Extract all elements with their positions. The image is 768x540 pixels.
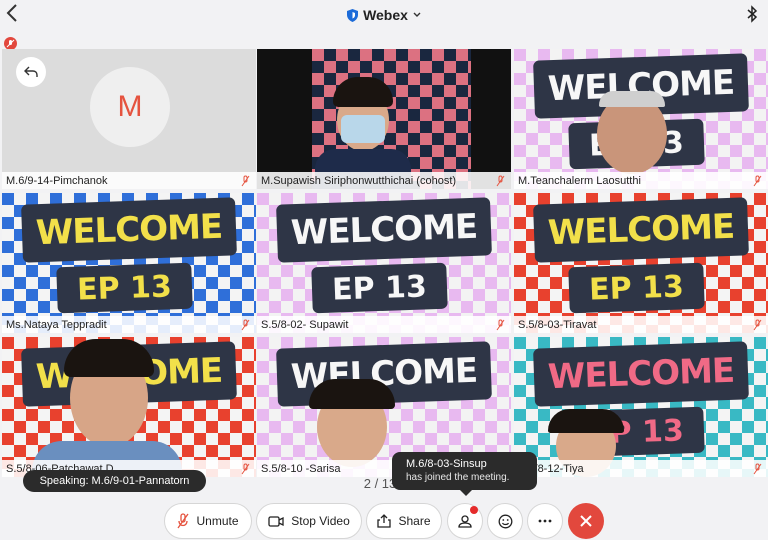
participant-tile[interactable]: M M.6/9-14-Pimchanok <box>2 49 256 189</box>
ep-banner: EP 13 <box>568 262 705 314</box>
participant-name-bar: S.5/8-02- Supawit <box>257 316 511 333</box>
meeting-controls: Unmute Stop Video Share <box>0 503 768 539</box>
leave-meeting-button[interactable] <box>568 503 604 539</box>
participant-tile[interactable]: WELCOME EP 13 S.5/8-03-Tiravat <box>514 193 768 333</box>
participant-name-bar: S.5/8-12-Tiya <box>514 460 768 477</box>
video-camera-icon <box>268 515 284 527</box>
close-icon <box>580 515 592 527</box>
mic-muted-icon <box>753 463 762 474</box>
mic-muted-icon <box>753 319 762 330</box>
speaking-indicator: Speaking: M.6/9-01-Pannatorn <box>23 470 206 492</box>
participant-tile[interactable]: WELCOME S.5/8-06-Patchawat D <box>2 337 256 477</box>
more-options-button[interactable] <box>527 503 563 539</box>
participant-name-bar: S.5/8-03-Tiravat <box>514 316 768 333</box>
app-title: Webex <box>363 7 408 23</box>
chevron-left-icon[interactable] <box>6 3 24 25</box>
chevron-down-icon <box>413 12 421 17</box>
reactions-button[interactable] <box>487 503 523 539</box>
shield-icon <box>347 8 359 22</box>
unmute-label: Unmute <box>196 514 239 528</box>
participants-button[interactable] <box>447 503 483 539</box>
participant-tile[interactable]: M.Supawish Siriphonwutthichai (cohost) <box>257 49 511 189</box>
return-arrow-icon[interactable] <box>16 57 46 87</box>
ep-banner: EP 13 <box>56 262 193 314</box>
participant-name-bar: M.Supawish Siriphonwutthichai (cohost) <box>257 172 511 189</box>
mic-muted-icon <box>177 513 190 529</box>
mic-muted-icon <box>496 319 505 330</box>
mic-muted-icon <box>241 319 250 330</box>
participant-tile[interactable]: WELCOME EP 13 Ms.Nataya Teppradit <box>2 193 256 333</box>
participant-tile[interactable]: WELCOME EP 13 S.5/8-02- Supawit <box>257 193 511 333</box>
share-button[interactable]: Share <box>366 503 442 539</box>
join-notification: M.6/8-03-Sinsup has joined the meeting. <box>392 452 537 496</box>
stop-video-label: Stop Video <box>291 514 350 528</box>
ep-banner: EP 13 <box>311 262 448 314</box>
notification-dot <box>470 506 478 514</box>
participant-name: M.Supawish Siriphonwutthichai (cohost) <box>261 174 457 187</box>
bluetooth-icon <box>747 5 758 23</box>
video-grid: M M.6/9-14-Pimchanok M.Supawish Siriphon… <box>0 49 768 477</box>
welcome-banner: WELCOME <box>533 341 749 407</box>
participant-tile[interactable]: WELCOME EP 13 S.5/8-12-Tiya <box>514 337 768 477</box>
participant-name: S.5/8-10 -Sarisa <box>261 462 341 475</box>
share-icon <box>377 514 392 528</box>
participants-icon <box>458 515 472 528</box>
participant-name: S.5/8-03-Tiravat <box>518 318 597 331</box>
top-bar: Webex <box>0 0 768 30</box>
participant-name-bar: M.6/9-14-Pimchanok <box>2 172 256 189</box>
mic-muted-icon <box>496 175 505 186</box>
participant-name: Ms.Nataya Teppradit <box>6 318 107 331</box>
joined-participant-name: M.6/8-03-Sinsup <box>406 458 487 470</box>
joined-message: has joined the meeting. <box>406 472 510 483</box>
welcome-banner: WELCOME <box>533 197 749 263</box>
participant-name: M.Teanchalerm Laosutthi <box>518 174 641 187</box>
share-label: Share <box>398 514 431 528</box>
avatar: M <box>90 67 170 147</box>
smiley-icon <box>498 514 512 528</box>
mic-muted-icon <box>753 175 762 186</box>
participant-tile[interactable]: WELCOME EP 13 M.Teanchalerm Laosutthi <box>514 49 768 189</box>
meeting-title-button[interactable]: Webex <box>347 7 421 23</box>
mic-muted-icon <box>241 463 250 474</box>
welcome-banner: WELCOME <box>21 197 237 263</box>
participant-name-bar: M.Teanchalerm Laosutthi <box>514 172 768 189</box>
mic-muted-icon <box>241 175 250 186</box>
participant-name-bar: Ms.Nataya Teppradit <box>2 316 256 333</box>
stop-video-button[interactable]: Stop Video <box>256 503 362 539</box>
participant-name: S.5/8-02- Supawit <box>261 318 349 331</box>
unmute-button[interactable]: Unmute <box>164 503 252 539</box>
more-dots-icon <box>538 519 552 523</box>
welcome-banner: WELCOME <box>276 197 492 263</box>
participant-name: M.6/9-14-Pimchanok <box>6 174 108 187</box>
